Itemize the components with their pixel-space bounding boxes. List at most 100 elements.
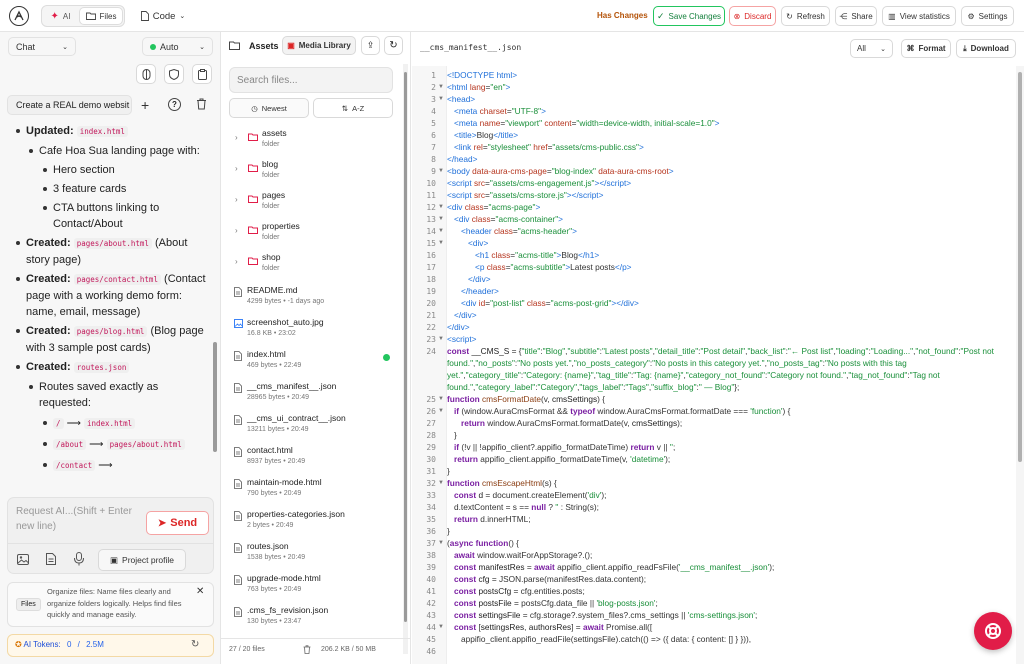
- chevron-down-icon: ⌄: [62, 43, 68, 51]
- shield-icon: [169, 68, 179, 80]
- status-dot: [150, 43, 156, 50]
- filter-select[interactable]: All ⌄: [850, 39, 893, 58]
- delete-button[interactable]: [299, 642, 315, 656]
- microphone-icon[interactable]: [74, 552, 84, 566]
- has-changes-label: Has Changes: [597, 11, 648, 20]
- sparkle-icon: ✦: [50, 10, 59, 22]
- chevron-right-icon: ›: [235, 133, 238, 142]
- file-row[interactable]: index.html 469 bytes • 22:49: [221, 347, 403, 378]
- folder-row[interactable]: › blog folder: [221, 157, 403, 188]
- route-item: /about ⟶ pages/about.html: [43, 436, 206, 453]
- code-content[interactable]: <!DOCTYPE html> <html lang="en"> <head> …: [412, 66, 1012, 664]
- download-icon: ⤓: [963, 43, 967, 53]
- coin-icon: ✪: [15, 640, 22, 649]
- discard-button[interactable]: ⊗ Discard: [729, 6, 776, 26]
- file-row[interactable]: __cms_ui_contract__.json 13211 bytes • 2…: [221, 411, 403, 442]
- close-icon[interactable]: ✕: [196, 586, 204, 597]
- folder-row[interactable]: › properties folder: [221, 219, 403, 250]
- clipboard-button[interactable]: [192, 64, 212, 84]
- document-icon: [234, 415, 242, 425]
- share-button[interactable]: ⋲ Share: [835, 6, 877, 26]
- new-session-button[interactable]: +: [141, 97, 149, 113]
- file-row[interactable]: contact.html 8937 bytes • 20:49: [221, 443, 403, 474]
- settings-button[interactable]: ⚙ Settings: [961, 6, 1014, 26]
- trash-icon[interactable]: [196, 98, 207, 110]
- list-item: Created: pages/about.html (About story p…: [16, 235, 206, 268]
- app-logo[interactable]: [9, 6, 29, 26]
- gear-icon: ⚙: [967, 11, 975, 21]
- chart-icon: ▥: [888, 11, 896, 21]
- download-button[interactable]: ⤓ Download: [956, 39, 1016, 58]
- folder-row[interactable]: › pages folder: [221, 188, 403, 219]
- file-explorer: Assets ▣ Media Library ⇪ ↻ Search files..…: [221, 32, 411, 664]
- file-row[interactable]: maintain-mode.html 790 bytes • 20:49: [221, 475, 403, 506]
- tab-files[interactable]: Files: [79, 7, 123, 25]
- mode-select[interactable]: Chat ⌄: [8, 37, 76, 56]
- folder-icon: [248, 257, 258, 265]
- list-item: Updated: index.html: [16, 123, 206, 140]
- folder-icon: [248, 164, 258, 172]
- search-input[interactable]: Search files...: [229, 67, 393, 93]
- file-row[interactable]: properties-categories.json 2 bytes • 20:…: [221, 507, 403, 538]
- folder-row[interactable]: › assets folder: [221, 126, 403, 157]
- sort-icon: ⇅: [341, 103, 349, 113]
- folder-row[interactable]: › shop folder: [221, 250, 403, 281]
- refresh-button[interactable]: ↻ Refresh: [781, 6, 830, 26]
- document-icon: [234, 479, 242, 489]
- save-changes-button[interactable]: ✓ Save Changes: [653, 6, 725, 26]
- tokens-display: ✪ AI Tokens: 0 / 2.5M: [15, 640, 104, 649]
- file-row[interactable]: screenshot_auto.jpg 16.8 KB • 23:02: [221, 315, 403, 346]
- chat-scrollbar[interactable]: [213, 342, 217, 452]
- document-icon: [234, 511, 242, 521]
- tip-tag: Files: [16, 598, 41, 611]
- file-icon: [140, 11, 149, 21]
- discard-icon: ⊗: [733, 11, 741, 21]
- session-title[interactable]: Create a REAL demo websit: [7, 95, 132, 115]
- route-item: /contact ⟶: [43, 457, 206, 474]
- image-upload-icon[interactable]: [17, 554, 29, 565]
- file-row[interactable]: routes.json 1538 bytes • 20:49: [221, 539, 403, 570]
- send-button[interactable]: ➤ Send: [146, 511, 209, 535]
- document-icon: [234, 607, 242, 617]
- model-select[interactable]: Auto ⌄: [142, 37, 213, 56]
- file-row[interactable]: .cms_fs_revision.json 130 bytes • 23:47: [221, 603, 403, 634]
- tab-ai[interactable]: ✦ AI: [43, 7, 78, 25]
- chevron-right-icon: ›: [235, 164, 238, 173]
- scrollbar-thumb[interactable]: [404, 72, 407, 622]
- file-row[interactable]: README.md 4299 bytes • -1 days ago: [221, 283, 403, 314]
- refresh-tokens-icon[interactable]: ↻: [191, 639, 199, 650]
- profile-icon: ▣: [110, 554, 119, 565]
- share-icon: ⋲: [839, 11, 848, 21]
- scrollbar-thumb[interactable]: [1018, 72, 1022, 462]
- code-menu[interactable]: Code ⌄: [135, 7, 191, 25]
- list-item: Routes saved exactly as requested:: [29, 379, 206, 411]
- left-panel: Chat ⌄ Auto ⌄ Create a REAL demo websit +…: [0, 32, 221, 664]
- document-icon: [234, 575, 242, 585]
- help-icon[interactable]: ?: [168, 98, 181, 111]
- document-icon: [234, 287, 242, 297]
- trash-icon: [303, 644, 311, 654]
- editor-filename: __cms_manifest__.json: [420, 43, 522, 52]
- refresh-icon: ↻: [786, 11, 793, 21]
- project-profile-button[interactable]: ▣ Project profile: [98, 549, 186, 571]
- sort-newest-button[interactable]: ◷ Newest: [229, 98, 309, 118]
- help-fab[interactable]: [974, 612, 1012, 650]
- refresh-files-button[interactable]: ↻: [384, 36, 403, 55]
- file-row[interactable]: upgrade-mode.html 763 bytes • 20:49: [221, 571, 403, 602]
- upload-button[interactable]: ⇪: [361, 36, 380, 55]
- context-button[interactable]: [136, 64, 156, 84]
- shield-button[interactable]: [164, 64, 184, 84]
- view-statistics-button[interactable]: ▥ View statistics: [882, 6, 956, 26]
- storage-usage: 206.2 KB / 50 MB: [321, 646, 376, 653]
- media-library-button[interactable]: ▣ Media Library: [282, 36, 356, 55]
- sort-az-button[interactable]: ⇅ A-Z: [313, 98, 393, 118]
- list-item: Created: pages/contact.html (Contact pag…: [16, 273, 206, 318]
- chevron-down-icon: ⌄: [179, 13, 186, 20]
- file-row[interactable]: __cms_manifest__.json 28965 bytes • 20:4…: [221, 379, 403, 410]
- attach-file-icon[interactable]: [46, 553, 56, 565]
- format-button[interactable]: ⌘ Format: [901, 39, 951, 58]
- chevron-right-icon: ›: [235, 195, 238, 204]
- chat-input[interactable]: Request AI...(Shift + Enter new line): [16, 504, 140, 534]
- lifebuoy-icon: [985, 623, 1001, 639]
- image-file-icon: [234, 319, 243, 328]
